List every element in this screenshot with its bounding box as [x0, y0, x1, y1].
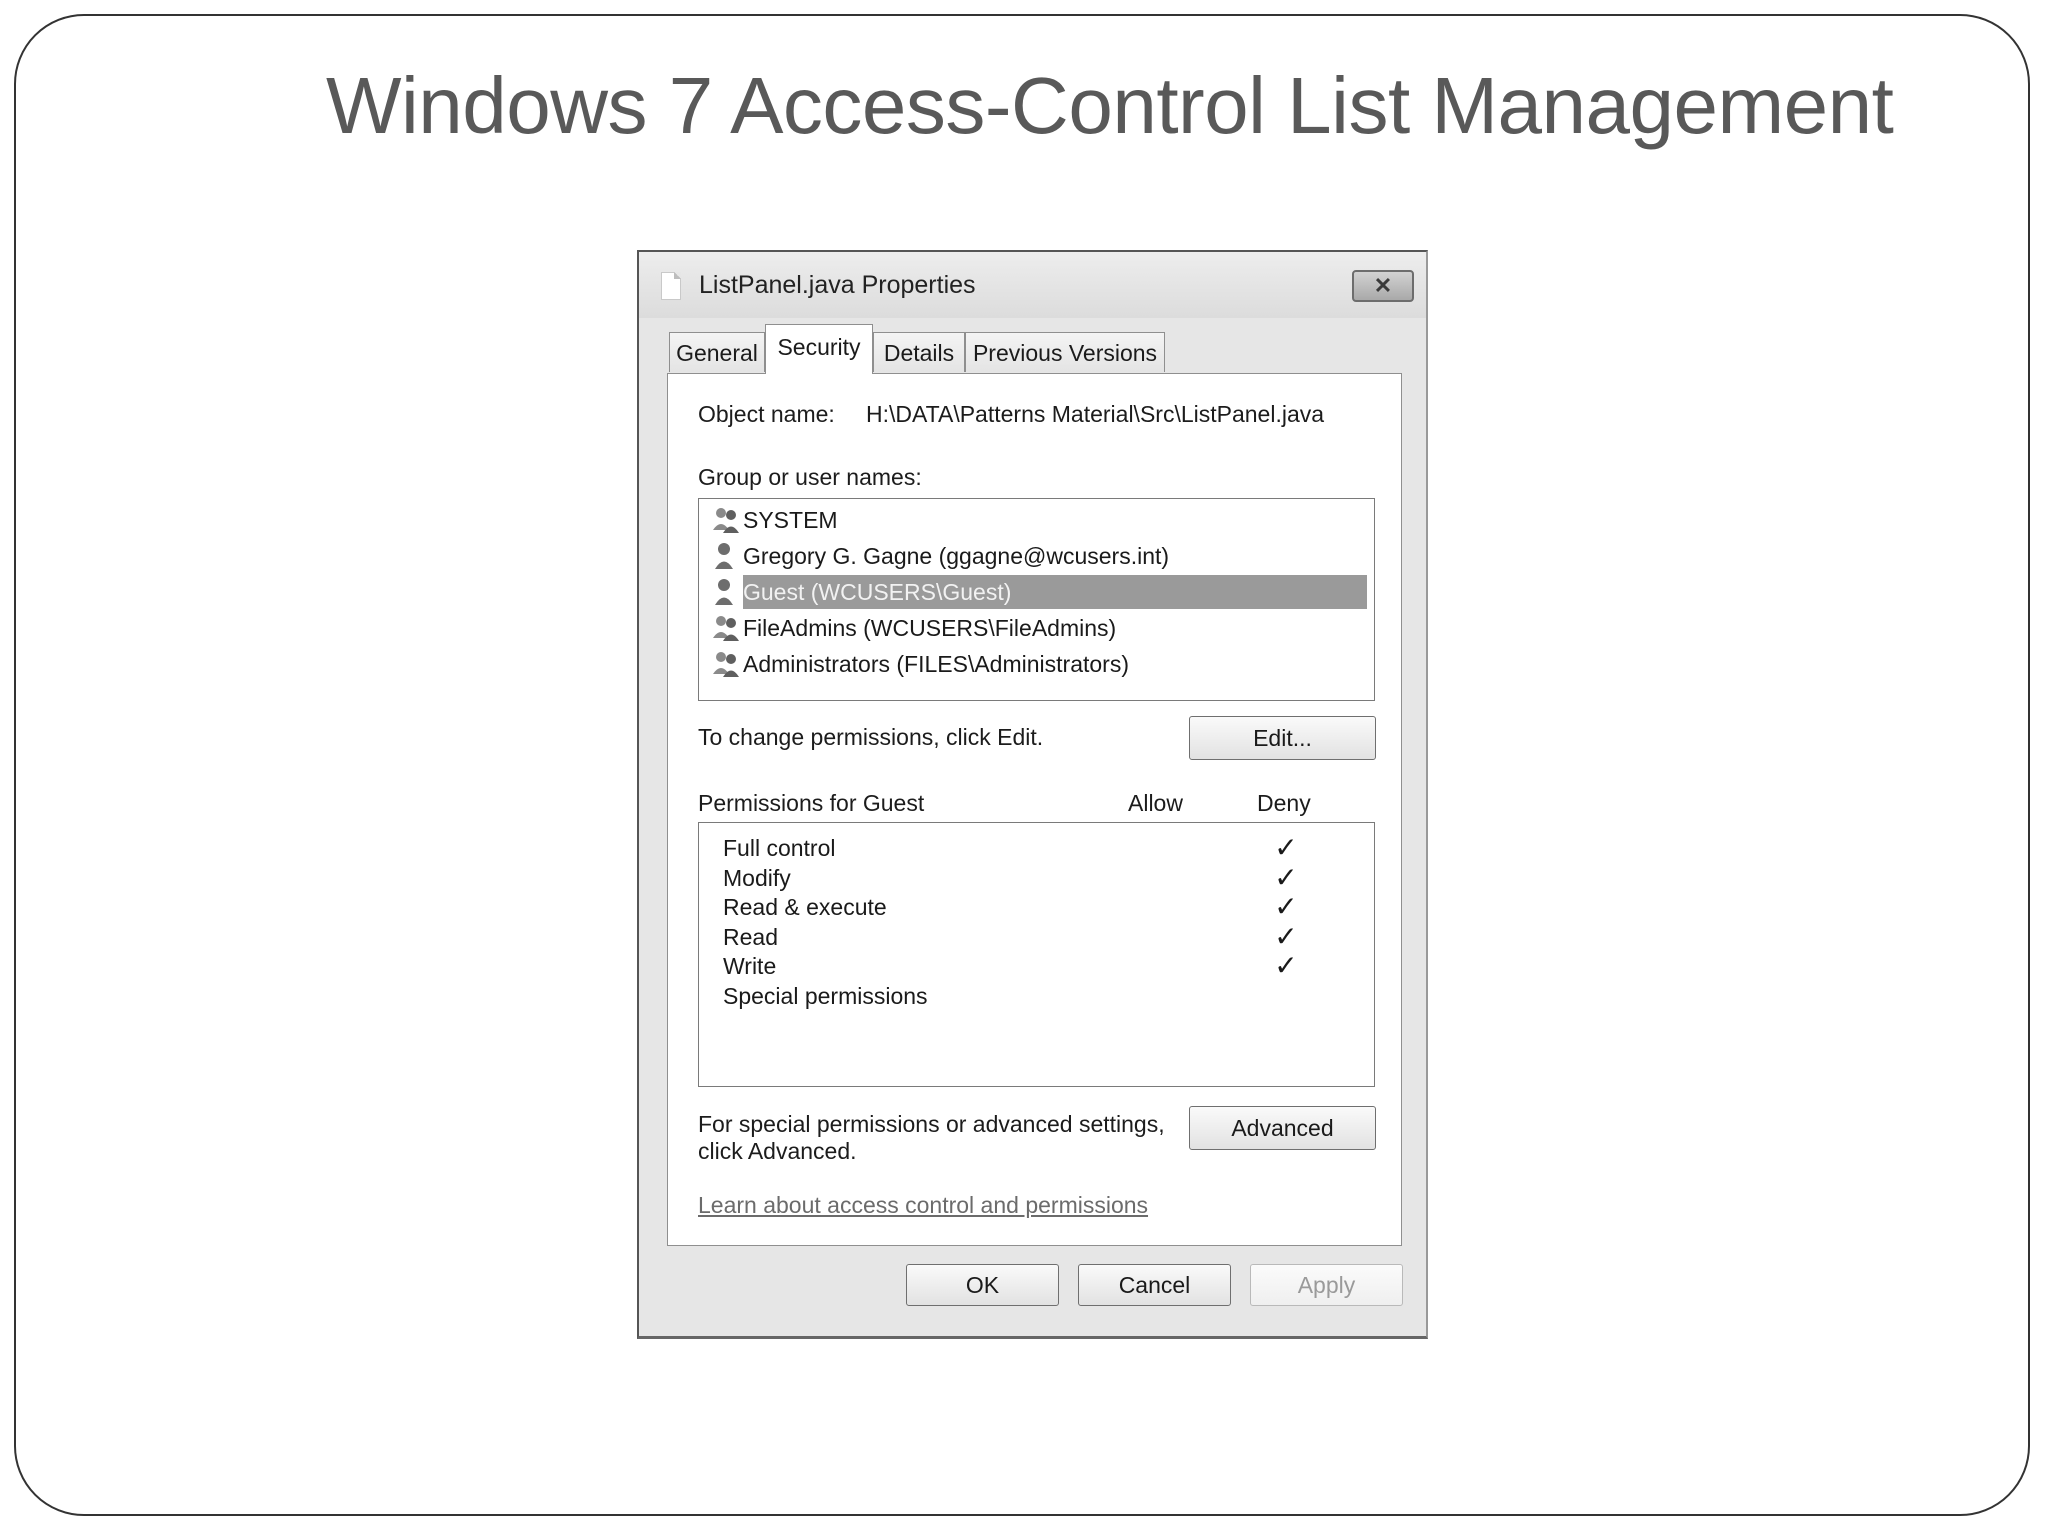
- group-user-list[interactable]: SYSTEM Gregory G. Gagne (ggagne@wcusers.i…: [698, 498, 1375, 701]
- user-list-item[interactable]: SYSTEM: [707, 503, 1367, 537]
- user-list-item-label: Administrators (FILES\Administrators): [743, 651, 1129, 677]
- permission-row: Special permissions: [699, 977, 1374, 1015]
- advanced-text-line2: click Advanced.: [698, 1138, 857, 1164]
- tab-details[interactable]: Details: [873, 332, 965, 372]
- user-icon: [715, 579, 733, 605]
- ok-button[interactable]: OK: [906, 1264, 1059, 1306]
- apply-button[interactable]: Apply: [1250, 1264, 1403, 1306]
- user-list-item[interactable]: FileAdmins (WCUSERS\FileAdmins): [707, 611, 1367, 645]
- tab-previous-versions[interactable]: Previous Versions: [965, 332, 1165, 372]
- permissions-list[interactable]: Full control ✓ Modify ✓ Read & execute ✓ Read ✓…: [698, 822, 1375, 1087]
- edit-button[interactable]: Edit...: [1189, 716, 1376, 760]
- allow-column-header: Allow: [1128, 790, 1183, 816]
- window-title: ListPanel.java Properties: [699, 271, 976, 299]
- user-list-item-label: SYSTEM: [743, 507, 838, 533]
- user-group-icon: [713, 508, 739, 533]
- slide-title: Windows 7 Access-Control List Management: [326, 61, 1894, 150]
- user-list-item[interactable]: Guest (WCUSERS\Guest): [707, 575, 1367, 609]
- cancel-button[interactable]: Cancel: [1078, 1264, 1231, 1306]
- learn-access-control-link[interactable]: Learn about access control and permissio…: [698, 1192, 1148, 1219]
- object-name-value: H:\DATA\Patterns Material\Src\ListPanel.…: [866, 401, 1325, 427]
- tab-security[interactable]: Security: [765, 324, 873, 374]
- user-list-item-label: Guest (WCUSERS\Guest): [743, 575, 1367, 609]
- change-permissions-text: To change permissions, click Edit.: [698, 724, 1044, 750]
- deny-column-header: Deny: [1257, 790, 1311, 816]
- document-icon: [661, 272, 681, 300]
- security-tab-panel: Object name: H:\DATA\Patterns Material\S…: [667, 373, 1402, 1246]
- user-list-item[interactable]: Administrators (FILES\Administrators): [707, 647, 1367, 681]
- tab-general[interactable]: General: [669, 332, 765, 372]
- permissions-for-label: Permissions for Guest: [698, 790, 925, 816]
- properties-dialog: ListPanel.java Properties ✕ General Secu…: [637, 250, 1428, 1339]
- permission-name: Special permissions: [723, 982, 928, 1009]
- group-user-label: Group or user names:: [698, 464, 922, 490]
- user-icon: [715, 543, 733, 569]
- object-name-label: Object name:: [698, 401, 835, 427]
- advanced-button[interactable]: Advanced: [1189, 1106, 1376, 1150]
- close-icon: ✕: [1373, 273, 1393, 298]
- user-group-icon: [713, 616, 739, 641]
- user-list-item-label: FileAdmins (WCUSERS\FileAdmins): [743, 615, 1117, 641]
- user-list-item[interactable]: Gregory G. Gagne (ggagne@wcusers.int): [707, 539, 1367, 573]
- advanced-text-line1: For special permissions or advanced sett…: [698, 1111, 1165, 1137]
- user-group-icon: [713, 652, 739, 677]
- user-list-item-label: Gregory G. Gagne (ggagne@wcusers.int): [743, 543, 1170, 569]
- title-bar[interactable]: ListPanel.java Properties ✕: [639, 252, 1426, 318]
- close-button[interactable]: ✕: [1352, 270, 1414, 302]
